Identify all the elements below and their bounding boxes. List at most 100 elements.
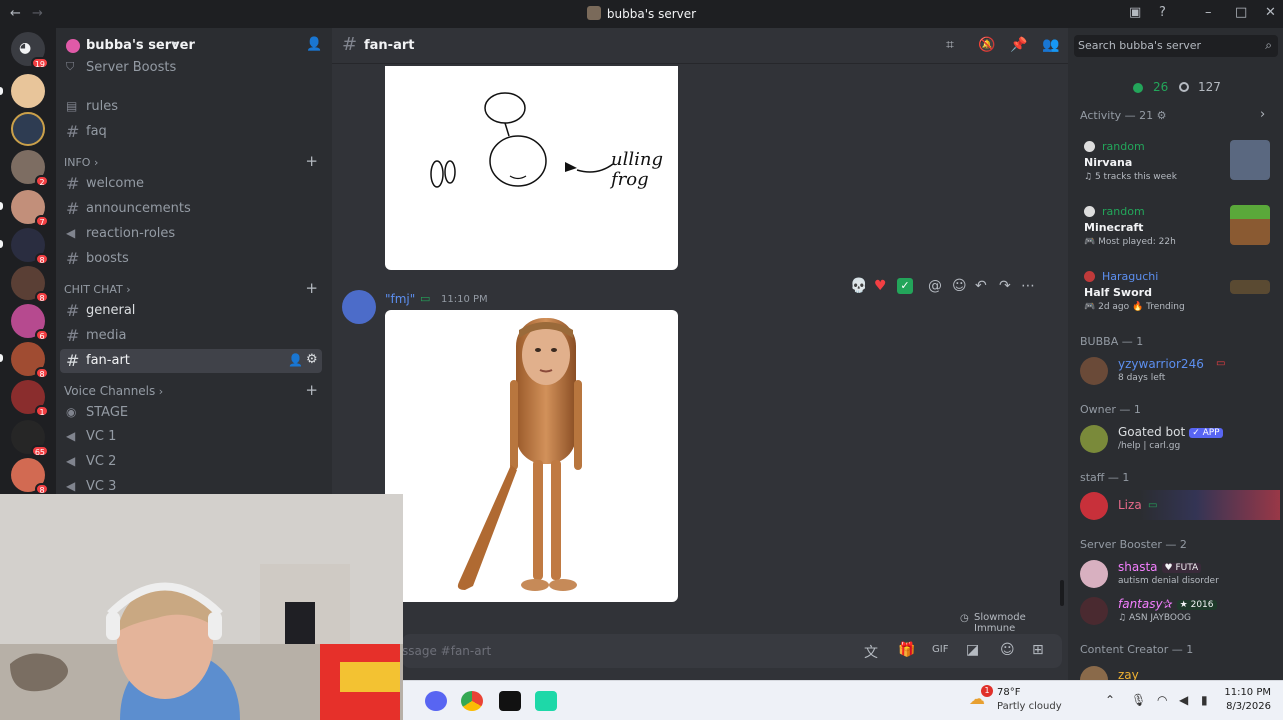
gear-icon[interactable]: ⚙ [306, 352, 318, 367]
channel-stage[interactable]: ◉ STAGE [60, 401, 322, 425]
wifi-icon[interactable]: ◠ [1157, 693, 1167, 707]
server-icon-3[interactable]: 2 [11, 150, 49, 187]
chevron-up-icon[interactable]: ⌃ [1105, 693, 1115, 707]
direct-messages-button[interactable]: ◕ 19 [11, 32, 49, 69]
server-icon-9[interactable]: 1 [11, 380, 49, 417]
channel-rules[interactable]: ▤ rules [60, 95, 322, 119]
threads-icon[interactable]: ⌗ [946, 37, 954, 53]
message-author[interactable]: "fmj" [385, 292, 415, 306]
channel-server-boosts[interactable]: ⛉ Server Boosts [60, 56, 322, 80]
apps-icon[interactable]: ⊞ [1032, 642, 1044, 658]
server-icon-8[interactable]: 8 [11, 342, 49, 379]
volume-icon[interactable]: ◀ [1179, 693, 1188, 707]
server-icon-4[interactable]: 7 [11, 190, 49, 227]
server-badge: 65 [30, 445, 49, 457]
gift-icon[interactable]: 🎁 [898, 642, 915, 658]
maximize-icon[interactable]: □ [1235, 5, 1247, 20]
channel-vc1[interactable]: ◀ VC 1 [60, 425, 322, 449]
fan-art-image-bat-figure[interactable] [385, 310, 678, 602]
clock-time[interactable]: 11:10 PM [1224, 687, 1271, 698]
channel-fan-art[interactable]: # fan-art 👤 ⚙ [60, 349, 322, 373]
server-icon-6[interactable]: 8 [11, 266, 49, 303]
add-reaction-icon[interactable]: ☺ [952, 278, 967, 294]
chevron-right-icon[interactable]: › [1260, 107, 1265, 122]
minimize-icon[interactable]: – [1205, 5, 1212, 20]
server-icon-11[interactable]: 8 [11, 458, 49, 494]
unread-pill [0, 87, 3, 95]
add-channel-icon[interactable]: + [305, 279, 318, 297]
more-options-icon[interactable]: ⋯ [1021, 278, 1035, 294]
microphone-icon[interactable]: 🎙 [1131, 693, 1146, 707]
discord-taskbar-icon[interactable] [425, 691, 447, 711]
server-icon-5[interactable]: 8 [11, 228, 49, 265]
reply-icon[interactable]: ↶ [975, 278, 987, 294]
weather-temperature[interactable]: 78°F [997, 687, 1020, 698]
channel-general[interactable]: # general [60, 299, 322, 323]
clock-date[interactable]: 8/3/2026 [1226, 701, 1271, 712]
server-icon-10[interactable]: 65 [11, 420, 49, 457]
activity-header[interactable]: Activity — 21 ⚙ [1080, 109, 1167, 122]
hash-icon: # [66, 301, 80, 320]
channel-media[interactable]: # media [60, 324, 322, 348]
activity-card-half-sword[interactable]: Haraguchi Half Sword 🎮 2d ago 🔥 Trending [1076, 270, 1276, 328]
channel-vc2[interactable]: ◀ VC 2 [60, 450, 322, 474]
channel-reaction-roles[interactable]: ◀ reaction-roles [60, 222, 322, 246]
add-channel-icon[interactable]: + [305, 381, 318, 399]
chevron-down-icon: › [126, 283, 131, 296]
server-icon-1[interactable] [11, 74, 45, 108]
mention-icon[interactable]: @ [928, 278, 942, 294]
member-status-text: ASN JAYBOOG [1128, 613, 1192, 623]
member-zay[interactable]: zay [1080, 664, 1280, 680]
forward-icon[interactable]: ↷ [999, 278, 1011, 294]
sticker-icon[interactable]: ◪ [966, 642, 979, 658]
weather-description[interactable]: Partly cloudy [997, 701, 1062, 712]
search-input[interactable]: Search bubba's server ⌕ [1074, 35, 1278, 57]
emoji-icon[interactable]: ☺ [1000, 642, 1015, 658]
help-icon[interactable]: ? [1159, 5, 1166, 20]
category-voice-channels[interactable]: Voice Channels › [64, 384, 163, 398]
scrollbar[interactable] [1060, 580, 1064, 606]
fan-art-image-drawing[interactable]: ulling frog [385, 66, 678, 270]
add-channel-icon[interactable]: + [305, 152, 318, 170]
activity-card-nirvana[interactable]: random Nirvana ♫ 5 tracks this week [1076, 140, 1276, 198]
role-header-bubba: BUBBA — 1 [1080, 335, 1144, 348]
capcut-taskbar-icon[interactable] [499, 691, 521, 711]
member-liza[interactable]: Liza ▭ [1080, 490, 1280, 524]
app-taskbar-icon[interactable] [535, 691, 557, 711]
pin-icon[interactable]: 📌 [1010, 37, 1027, 53]
mute-bell-icon[interactable]: 🔕 [978, 37, 995, 53]
gif-icon[interactable]: GIF [932, 644, 948, 655]
inbox-icon[interactable]: ▣ [1129, 5, 1141, 20]
channel-boosts[interactable]: # boosts [60, 247, 322, 271]
stage-icon: ◉ [66, 405, 77, 419]
message-toolbar: 💀 ♥ ✓ @ ☺ ↶ ↷ ⋯ [845, 278, 1055, 300]
channel-announcements[interactable]: # announcements [60, 197, 322, 221]
channel-faq[interactable]: # faq [60, 120, 322, 144]
message-composer[interactable]: ssage #fan-art 文 🎁 GIF ◪ ☺ ⊞ [402, 634, 1062, 668]
chrome-taskbar-icon[interactable] [461, 691, 483, 711]
chat-panel: # fan-art ⌗ 🔕 📌 👥 ulling frog "fmj" ▭ 11… [332, 28, 1068, 680]
category-info[interactable]: INFO › [64, 156, 98, 169]
battery-icon[interactable]: ▮ [1201, 693, 1208, 707]
create-invite-icon[interactable]: 👤 [288, 353, 303, 367]
member-yzywarrior246[interactable]: yzywarrior246 ▭ 8 days left [1080, 355, 1280, 389]
channel-label: VC 1 [86, 429, 117, 444]
member-list-icon[interactable]: 👥 [1042, 37, 1059, 53]
check-reaction-icon[interactable]: ✓ [897, 278, 913, 294]
server-icon-7[interactable]: 6 [11, 304, 49, 341]
close-icon[interactable]: ✕ [1265, 5, 1276, 20]
avatar[interactable] [342, 290, 376, 324]
member-goated-bot[interactable]: Goated bot ✓ APP /help | carl.gg [1080, 423, 1280, 457]
channel-vc3[interactable]: ◀ VC 3 [60, 475, 322, 494]
translate-icon[interactable]: 文 [864, 642, 878, 662]
channel-welcome[interactable]: # welcome [60, 172, 322, 196]
heart-reaction-icon[interactable]: ♥ [874, 278, 887, 294]
member-shasta[interactable]: shasta ♥ FUTA autism denial disorder [1080, 558, 1280, 592]
activity-subtitle-text: 2d ago [1098, 302, 1130, 312]
activity-card-minecraft[interactable]: random Minecraft 🎮 Most played: 22h [1076, 205, 1276, 263]
invite-people-icon[interactable]: 👤 [306, 37, 322, 52]
member-fantasy[interactable]: fantasy✰ ★ 2016 ♫ ASN JAYBOOG [1080, 595, 1280, 629]
category-chit-chat[interactable]: CHIT CHAT › [64, 283, 131, 296]
skull-reaction-icon[interactable]: 💀 [850, 278, 867, 294]
server-icon-2[interactable] [11, 112, 45, 146]
